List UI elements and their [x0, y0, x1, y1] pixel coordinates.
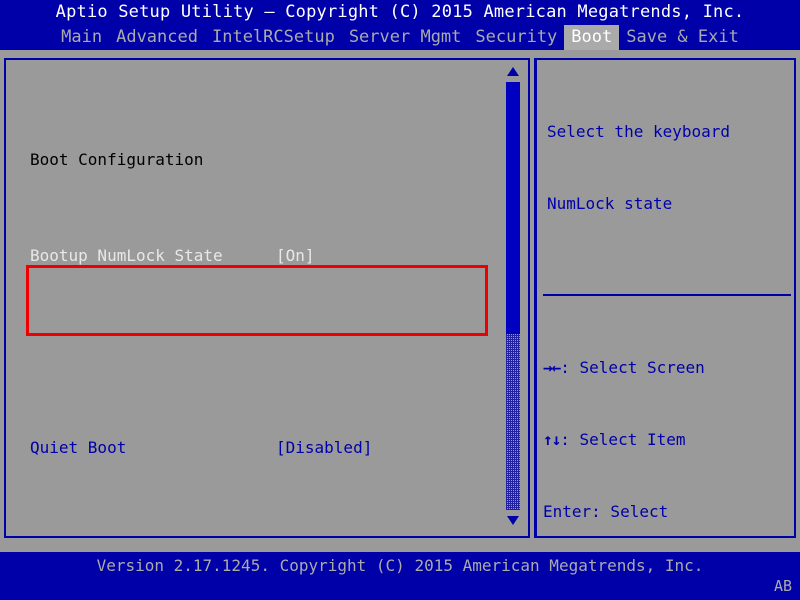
setting-label: Bootup NumLock State: [30, 246, 223, 265]
help-panel: Select the keyboard NumLock state →←: Se…: [534, 58, 796, 538]
menu-bar: Main Advanced IntelRCSetup Server Mgmt S…: [0, 25, 800, 50]
key-legend: →←: Select Screen ↑↓: Select Item Enter:…: [543, 308, 793, 536]
footer-corner-text: AB: [773, 577, 792, 595]
help-line-1: Select the keyboard: [547, 122, 731, 141]
tab-save-exit[interactable]: Save & Exit: [619, 25, 746, 50]
key-legend-enter: Enter: Select: [543, 500, 793, 524]
setting-bootup-numlock-state[interactable]: Bootup NumLock State [On]: [30, 244, 500, 268]
tab-server-mgmt[interactable]: Server Mgmt: [342, 25, 469, 50]
section-header-boot-configuration: Boot Configuration: [30, 148, 500, 172]
bios-setup-screen: Aptio Setup Utility – Copyright (C) 2015…: [0, 0, 800, 600]
help-line-2: NumLock state: [547, 194, 673, 213]
section-header-label: Boot Configuration: [30, 150, 204, 169]
settings-panel: Boot Configuration Bootup NumLock State …: [4, 58, 530, 538]
tab-advanced[interactable]: Advanced: [109, 25, 205, 50]
arrow-left-right-icon: →←: [543, 358, 561, 377]
footer-version-text: Version 2.17.1245. Copyright (C) 2015 Am…: [96, 556, 704, 575]
key-legend-select-screen: →←: Select Screen: [543, 356, 793, 380]
key-legend-label: Enter: Select: [543, 502, 669, 521]
scrollbar-thumb[interactable]: [506, 82, 520, 334]
tab-boot[interactable]: Boot: [564, 25, 620, 50]
vertical-scrollbar[interactable]: [504, 64, 522, 528]
setting-label: Quiet Boot: [30, 438, 127, 457]
setting-value[interactable]: [On]: [276, 244, 315, 268]
settings-list: Boot Configuration Bootup NumLock State …: [30, 76, 500, 536]
key-legend-label: : Select Screen: [560, 358, 705, 377]
setting-quiet-boot[interactable]: Quiet Boot [Disabled]: [30, 436, 500, 460]
key-legend-select-item: ↑↓: Select Item: [543, 428, 793, 452]
arrow-up-down-icon: ↑↓: [543, 430, 561, 449]
tab-main[interactable]: Main: [54, 25, 109, 50]
footer-bar: Version 2.17.1245. Copyright (C) 2015 Am…: [0, 552, 800, 600]
scroll-up-arrow-icon[interactable]: [505, 64, 521, 80]
tab-intelrcsetup[interactable]: IntelRCSetup: [205, 25, 342, 50]
tab-security[interactable]: Security: [468, 25, 564, 50]
window-title: Aptio Setup Utility – Copyright (C) 2015…: [0, 0, 800, 25]
scroll-down-arrow-icon[interactable]: [505, 512, 521, 528]
key-legend-label: : Select Item: [560, 430, 686, 449]
help-description: Select the keyboard NumLock state: [547, 72, 789, 264]
setting-value[interactable]: [Disabled]: [276, 436, 372, 460]
divider: [543, 294, 791, 296]
